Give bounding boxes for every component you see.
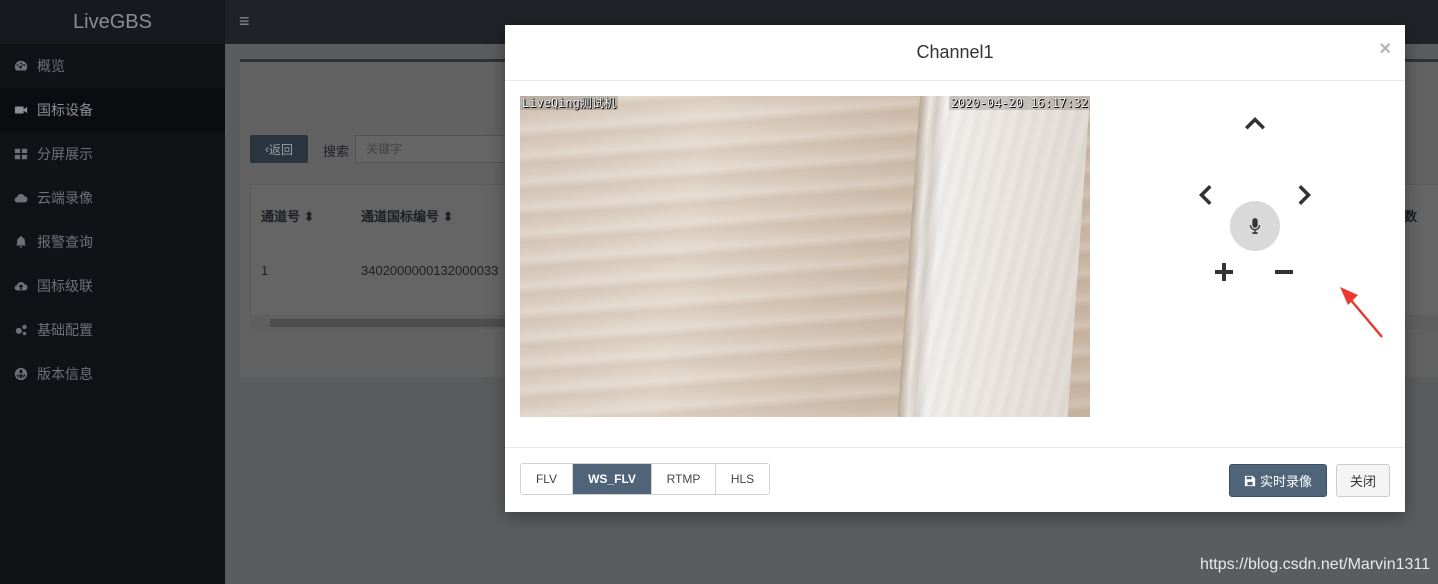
search-label: 搜索: [323, 144, 350, 159]
sidebar-item-alarm-query[interactable]: 报警查询: [0, 220, 225, 264]
video-player[interactable]: LiveQing测试机 2020-04-20 16:17:32: [520, 96, 1090, 417]
video-osd-timestamp: 2020-04-20 16:17:32: [948, 96, 1090, 110]
sidebar-item-label: 概览: [37, 58, 65, 74]
zoom-out-button[interactable]: [1271, 259, 1297, 285]
watermark: https://blog.csdn.net/Marvin1311: [1199, 556, 1430, 573]
sidebar-item-split-screen[interactable]: 分屏展示: [0, 132, 225, 176]
sidebar-item-gb-devices[interactable]: 国标设备: [0, 88, 225, 132]
column-header-gb-id[interactable]: 通道国标编号 ⬍: [361, 206, 454, 225]
modal-title: Channel1: [916, 42, 994, 62]
gears-icon: [13, 323, 29, 337]
sidebar-item-label: 国标设备: [37, 102, 93, 118]
dashboard-icon: [13, 59, 29, 73]
video-frame-panel: [897, 96, 1090, 417]
modal-header: Channel1 ×: [505, 25, 1405, 81]
sidebar-item-basic-config[interactable]: 基础配置: [0, 308, 225, 352]
sidebar-item-overview[interactable]: 概览: [0, 44, 225, 88]
microphone-icon: [1249, 218, 1261, 234]
close-button[interactable]: 关闭: [1336, 464, 1390, 497]
minus-icon: [1275, 270, 1293, 274]
table-cell-gb-id: 3402000000132000033: [361, 263, 499, 278]
ptz-right-button[interactable]: [1293, 181, 1317, 209]
video-osd-label: LiveQing测试机: [520, 96, 618, 110]
sidebar-item-label: 版本信息: [37, 366, 93, 382]
modal-footer: FLV WS_FLV RTMP HLS 实时录像 关闭: [505, 447, 1405, 512]
scrollbar-thumb[interactable]: [270, 319, 510, 327]
live-record-button[interactable]: 实时录像: [1229, 464, 1327, 497]
bell-icon: [13, 235, 29, 249]
zoom-in-button[interactable]: [1211, 259, 1237, 285]
protocol-rtmp-button[interactable]: RTMP: [652, 464, 716, 494]
sidebar: LiveGBS 概览 国标设备 分屏展示 云端录像 报警查询 国标级联 基础配置…: [0, 0, 225, 584]
app-logo[interactable]: LiveGBS: [0, 0, 225, 44]
table-cell-channel-no: 1: [261, 263, 269, 278]
cloud-upload-icon: [13, 279, 29, 293]
chevron-right-icon: [1298, 185, 1311, 205]
modal-body: LiveQing测试机 2020-04-20 16:17:32: [505, 81, 1405, 447]
grid-icon: [13, 147, 29, 161]
cloud-icon: [13, 191, 29, 205]
ptz-talk-button[interactable]: [1230, 201, 1280, 251]
sidebar-item-label: 国标级联: [37, 278, 93, 294]
protocol-ws-flv-button[interactable]: WS_FLV: [573, 464, 652, 494]
sort-icon: ⬍: [303, 209, 315, 224]
sidebar-item-label: 报警查询: [37, 234, 93, 250]
column-header-channel-no[interactable]: 通道号 ⬍: [261, 206, 315, 225]
annotation-arrow: [1340, 287, 1383, 338]
sidebar-item-label: 分屏展示: [37, 146, 93, 162]
protocol-hls-button[interactable]: HLS: [716, 464, 769, 494]
video-camera-icon: [13, 103, 29, 117]
chevron-up-icon: [1245, 117, 1265, 130]
back-button[interactable]: ‹ 返回: [250, 135, 308, 163]
search-input[interactable]: 关键字: [355, 135, 515, 163]
sidebar-item-label: 基础配置: [37, 322, 93, 338]
protocol-selector: FLV WS_FLV RTMP HLS: [520, 463, 770, 495]
sidebar-item-cloud-recording[interactable]: 云端录像: [0, 176, 225, 220]
sidebar-item-label: 云端录像: [37, 190, 93, 206]
plus-icon: [1215, 263, 1233, 281]
sort-icon: ⬍: [442, 209, 454, 224]
sidebar-item-gb-cascade[interactable]: 国标级联: [0, 264, 225, 308]
save-icon: [1244, 475, 1256, 486]
chevron-left-icon: [1199, 185, 1212, 205]
close-icon[interactable]: ×: [1379, 38, 1391, 61]
protocol-flv-button[interactable]: FLV: [521, 464, 573, 494]
ptz-left-button[interactable]: [1193, 181, 1217, 209]
sidebar-item-version-info[interactable]: 版本信息: [0, 352, 225, 396]
hamburger-icon[interactable]: ≡: [239, 11, 250, 32]
globe-icon: [13, 367, 29, 381]
player-modal: Channel1 × LiveQing测试机 2020-04-20 16:17:…: [505, 25, 1405, 512]
ptz-up-button[interactable]: [1241, 111, 1269, 135]
